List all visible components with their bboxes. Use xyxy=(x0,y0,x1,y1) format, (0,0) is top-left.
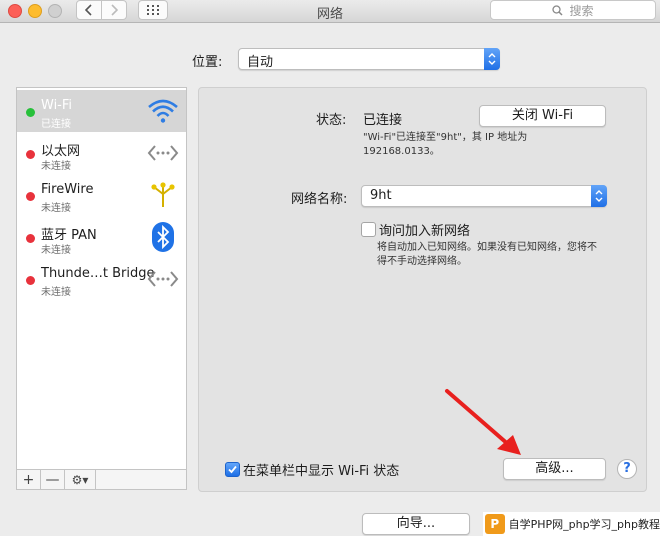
watermark-logo: P xyxy=(485,514,505,534)
status-description-line1: "Wi-Fi"已连接至"9ht"，其 IP 地址为 xyxy=(363,132,528,143)
checkmark-icon xyxy=(228,465,237,474)
location-label: 位置: xyxy=(192,55,223,70)
firewire-icon xyxy=(146,180,180,210)
network-name-popup[interactable]: 9ht xyxy=(361,185,607,207)
detail-panel: 状态: 已连接 关闭 Wi-Fi "Wi-Fi"已连接至"9ht"，其 IP 地… xyxy=(198,87,647,492)
title-bar: 网络 搜索 xyxy=(0,0,660,23)
status-value: 已连接 xyxy=(363,113,403,128)
ethernet-icon xyxy=(146,138,180,168)
search-placeholder: 搜索 xyxy=(569,3,594,18)
location-value: 自动 xyxy=(247,55,274,70)
thunderbolt-bridge-icon xyxy=(146,264,180,294)
status-dot xyxy=(26,276,35,285)
service-list: Wi-Fi 已连接 以太网 未连接 FireWire 未连接 蓝牙 PAN 未连… xyxy=(16,87,187,490)
service-name: Wi-Fi xyxy=(41,98,73,113)
bluetooth-icon xyxy=(146,222,180,252)
updown-chevron-icon xyxy=(591,185,607,207)
service-item-thunderbolt-bridge[interactable]: Thunde…t Bridge 未连接 xyxy=(17,258,186,300)
service-name: FireWire xyxy=(41,182,94,197)
service-name: Thunde…t Bridge xyxy=(41,266,155,281)
remove-service-button[interactable]: — xyxy=(41,470,65,489)
add-service-button[interactable]: + xyxy=(17,470,41,489)
service-item-wifi[interactable]: Wi-Fi 已连接 xyxy=(17,90,186,132)
ask-join-checkbox[interactable] xyxy=(361,222,376,237)
status-description-line2: 192168.0133。 xyxy=(363,146,440,157)
service-list-toolbar: + — ⚙▾ xyxy=(17,469,186,489)
watermark-text: 自学PHP网_php学习_php教程 xyxy=(508,518,660,531)
location-popup[interactable]: 自动 xyxy=(238,48,500,70)
status-dot xyxy=(26,192,35,201)
show-wifi-menubar-checkbox[interactable] xyxy=(225,462,240,477)
service-status: 未连接 xyxy=(41,203,71,214)
gear-menu-button[interactable]: ⚙▾ xyxy=(65,470,96,489)
red-arrow-annotation xyxy=(445,389,521,455)
turn-off-wifi-button[interactable]: 关闭 Wi-Fi xyxy=(479,105,606,127)
search-icon xyxy=(552,4,564,16)
status-label: 状态: xyxy=(316,113,347,128)
ask-join-label: 询问加入新网络 xyxy=(379,224,471,239)
service-status: 未连接 xyxy=(41,161,71,172)
advanced-button[interactable]: 高级... xyxy=(503,458,606,480)
wifi-icon xyxy=(146,96,180,126)
show-wifi-menubar-label: 在菜单栏中显示 Wi-Fi 状态 xyxy=(243,464,400,479)
network-name-label: 网络名称: xyxy=(291,192,348,207)
status-dot xyxy=(26,150,35,159)
watermark: P 自学PHP网_php学习_php教程 xyxy=(483,512,660,536)
status-dot xyxy=(26,234,35,243)
service-status: 未连接 xyxy=(41,287,71,298)
service-item-firewire[interactable]: FireWire 未连接 xyxy=(17,174,186,216)
service-item-bluetooth-pan[interactable]: 蓝牙 PAN 未连接 xyxy=(17,216,186,258)
assist-me-button[interactable]: 向导... xyxy=(362,513,470,535)
service-status: 未连接 xyxy=(41,245,71,256)
search-input[interactable]: 搜索 xyxy=(490,0,656,20)
network-name-value: 9ht xyxy=(370,188,392,203)
service-status: 已连接 xyxy=(41,119,71,130)
ask-join-description-line1: 将自动加入已知网络。如果没有已知网络，您将不 xyxy=(377,242,597,253)
service-item-ethernet[interactable]: 以太网 未连接 xyxy=(17,132,186,174)
help-button[interactable]: ? xyxy=(617,459,637,479)
updown-chevron-icon xyxy=(484,48,500,70)
status-dot xyxy=(26,108,35,117)
ask-join-description-line2: 得不手动选择网络。 xyxy=(377,256,467,267)
